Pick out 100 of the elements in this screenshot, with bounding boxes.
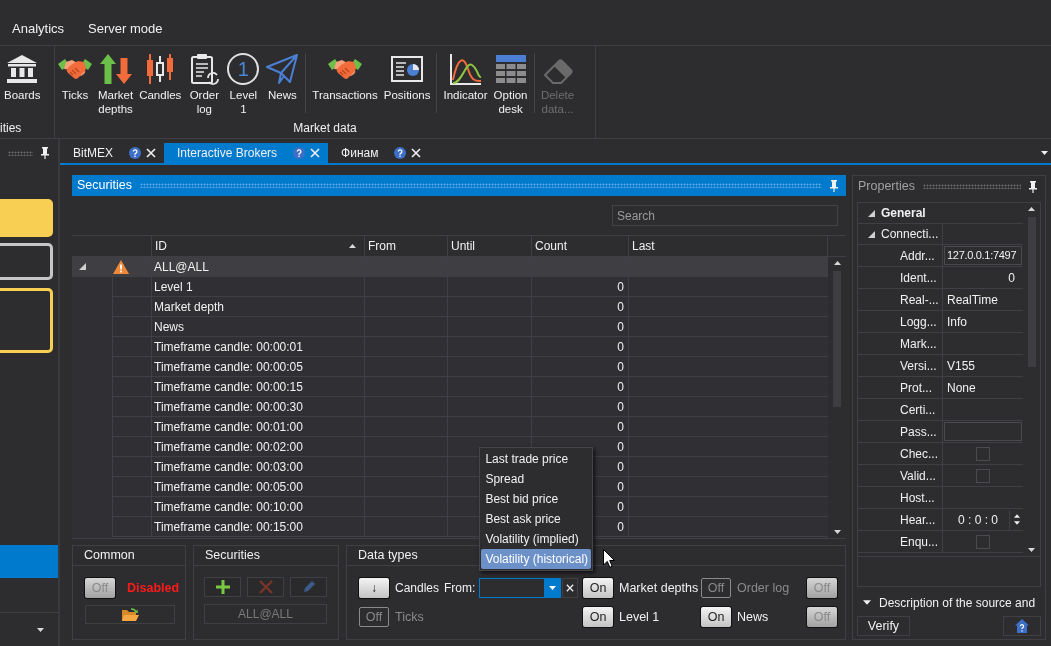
table-row[interactable]: ALL@ALL: [72, 257, 828, 277]
ribbon-button[interactable]: Positions: [380, 52, 434, 102]
ribbon-button[interactable]: Boards: [1, 52, 44, 102]
table-cell-text: 0: [617, 318, 624, 336]
ribbon-button[interactable]: Market depths: [95, 52, 137, 116]
toggle-button[interactable]: On: [583, 578, 613, 598]
search-field[interactable]: Search: [612, 205, 838, 226]
toggle-label: News: [737, 608, 769, 626]
ribbon-button[interactable]: News: [262, 52, 303, 102]
category-label: General: [881, 205, 926, 222]
checkbox[interactable]: [976, 446, 990, 461]
scroll-down-icon[interactable]: [1028, 548, 1035, 552]
pin-icon[interactable]: [1029, 180, 1037, 193]
cross-icon: [257, 579, 274, 595]
ribbon-button[interactable]: Indicator: [440, 52, 491, 102]
table-cell-text: News: [154, 318, 184, 336]
help-button[interactable]: [1003, 616, 1041, 636]
column-header[interactable]: Last: [629, 236, 828, 256]
expanded-arrow-icon[interactable]: [78, 263, 86, 270]
toggle-button[interactable]: On: [583, 607, 613, 627]
field-label: From:: [444, 580, 476, 597]
text-field[interactable]: 127.0.0.1:7497: [944, 246, 1022, 265]
action-button[interactable]: [204, 577, 241, 597]
close-icon[interactable]: [411, 148, 422, 158]
table-cell-text: Timeframe candle: 00:02:00: [154, 438, 303, 456]
column-header[interactable]: Until: [448, 236, 532, 256]
table-cell-text: Timeframe candle: 00:15:00: [154, 518, 303, 536]
folder-icon: [121, 607, 139, 622]
toggle-label: Order log: [737, 579, 790, 597]
up-down-arrows-icon: [98, 52, 133, 86]
ribbon-button[interactable]: Option desk: [490, 52, 531, 116]
table-cell-text: Timeframe candle: 00:00:01: [154, 338, 303, 356]
table-cell-text: ALL@ALL: [154, 258, 209, 276]
close-icon[interactable]: [146, 148, 156, 158]
table-cell-text: 0: [617, 438, 624, 456]
table-cell-text: Timeframe candle: 00:03:00: [154, 458, 303, 476]
caret-down-icon[interactable]: [1041, 151, 1048, 155]
table-cell-text: 0: [617, 338, 624, 356]
property-name: Pass...: [900, 423, 937, 441]
table-grid-icon: [493, 52, 528, 86]
scroll-down-icon[interactable]: [833, 530, 841, 534]
column-header[interactable]: From: [365, 236, 448, 256]
expanded-arrow-icon[interactable]: [868, 230, 875, 238]
ribbon-button[interactable]: Transactions: [309, 52, 381, 102]
ribbon-group-label: ities: [0, 120, 22, 137]
column-header[interactable]: Count: [532, 236, 629, 256]
table-cell-text: 0: [617, 518, 624, 536]
table-cell-text: Timeframe candle: 00:10:00: [154, 498, 303, 516]
property-name: Logg...: [900, 313, 937, 331]
sidebar-card[interactable]: [0, 243, 53, 280]
table-cell-text: Timeframe candle: 00:01:00: [154, 418, 303, 436]
group-title: Securities: [205, 547, 260, 565]
help-icon[interactable]: [129, 147, 141, 159]
ribbon-button[interactable]: Candles: [136, 52, 185, 102]
spin-buttons[interactable]: [1009, 509, 1023, 530]
property-name: Host...: [900, 489, 935, 507]
scroll-up-icon[interactable]: [833, 261, 841, 265]
ribbon-button[interactable]: Order log: [184, 52, 225, 116]
menu-item[interactable]: Analytics: [0, 12, 77, 45]
spin-down-icon: [1013, 521, 1020, 525]
verify-button[interactable]: Verify: [857, 616, 910, 636]
section-label[interactable]: Description of the source and: [879, 593, 1036, 612]
table-cell-text: 0: [617, 478, 624, 496]
sidebar-card[interactable]: [0, 288, 53, 353]
time-value: 0 : 0 : 0: [957, 511, 999, 529]
toggle-button[interactable]: On: [701, 607, 731, 627]
clear-button[interactable]: [562, 578, 579, 598]
toggle-label: Ticks: [395, 608, 424, 626]
ribbon-button[interactable]: Ticks: [55, 52, 95, 102]
direction-button[interactable]: ↓: [359, 578, 389, 598]
property-name: Addr...: [900, 247, 935, 265]
tab[interactable]: BitMEX: [60, 143, 164, 163]
table-cell-text: Timeframe candle: 00:00:15: [154, 378, 303, 396]
ribbon-button[interactable]: 1 Level 1: [224, 52, 263, 116]
scroll-up-icon[interactable]: [1028, 207, 1035, 211]
caret-down-icon[interactable]: [863, 600, 871, 605]
column-header[interactable]: ID: [152, 236, 365, 256]
table-cell-text: 0: [617, 378, 624, 396]
sort-ascending-icon: [349, 244, 356, 248]
menu-item[interactable]: Server mode: [76, 12, 175, 45]
toggle-label: Market depths: [619, 579, 699, 597]
property-name: Mark...: [900, 335, 937, 353]
table-cell-text: Timeframe candle: 00:00:05: [154, 358, 303, 376]
line-chart-icon: [448, 52, 483, 86]
caret-down-icon[interactable]: [37, 628, 44, 632]
text-field[interactable]: [944, 422, 1022, 441]
plus-icon: [214, 579, 231, 595]
help-icon[interactable]: [394, 147, 407, 159]
toggle-label: Candles: [395, 580, 440, 597]
expanded-arrow-icon[interactable]: [868, 209, 875, 217]
status-text: Disabled: [127, 579, 180, 597]
open-folder-button[interactable]: [85, 605, 175, 624]
checkbox[interactable]: [976, 468, 990, 483]
property-value: 0: [1008, 269, 1015, 287]
property-name: Real-...: [900, 291, 939, 309]
table-cell-text: Timeframe candle: 00:05:00: [154, 478, 303, 496]
checkbox[interactable]: [976, 534, 990, 549]
property-value: Info: [947, 314, 967, 329]
tab[interactable]: Финам: [328, 143, 430, 163]
pin-icon[interactable]: [41, 147, 49, 159]
